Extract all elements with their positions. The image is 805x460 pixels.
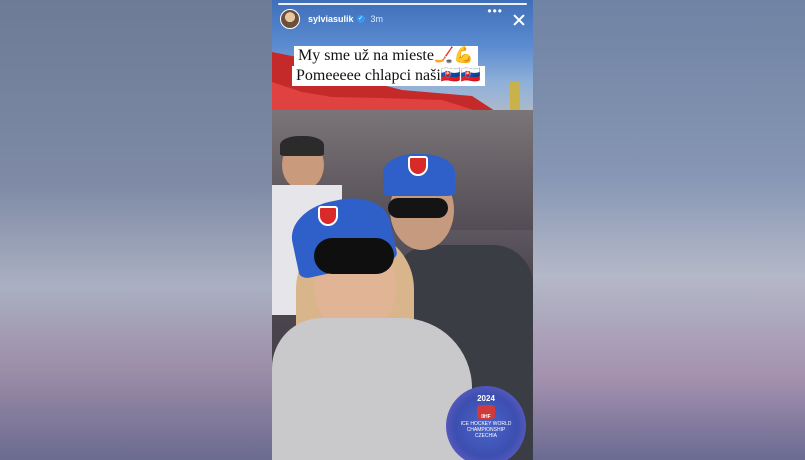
blurred-left-panel <box>0 0 272 460</box>
more-options-icon[interactable]: ••• <box>487 4 503 18</box>
badge-event: ICE HOCKEY WORLD CHAMPIONSHIP <box>460 421 512 433</box>
timestamp: 3m <box>370 14 384 24</box>
blurred-right-panel <box>533 0 805 460</box>
caption-line-2: Pomeeeee chlapci naši🇸🇰🇸🇰 <box>292 66 485 86</box>
man-right-sunglasses <box>388 198 448 218</box>
username[interactable]: sylviasulik <box>308 14 354 24</box>
story-caption: My sme už na mieste🏒💪 Pomeeeee chlapci n… <box>292 46 512 86</box>
woman-sunglasses <box>314 238 394 274</box>
championship-badge[interactable]: 2024 IIHF ICE HOCKEY WORLD CHAMPIONSHIP … <box>446 386 526 460</box>
badge-city: CZECHIA <box>475 433 497 439</box>
badge-org: IIHF <box>481 414 491 420</box>
slovak-crest-icon <box>408 156 428 176</box>
story-viewer[interactable]: sylviasulik ✓ 3m ••• My sme už na mieste… <box>272 0 533 460</box>
avatar[interactable] <box>280 9 300 29</box>
verified-icon: ✓ <box>356 15 365 23</box>
man-left-cap <box>280 136 324 156</box>
iihf-logo-icon: IIHF <box>477 405 495 420</box>
caption-line-1: My sme už na mieste🏒💪 <box>294 46 478 66</box>
slovak-crest-icon <box>318 206 338 226</box>
woman-jacket <box>272 318 472 460</box>
close-icon[interactable] <box>511 12 527 28</box>
badge-year: 2024 <box>477 394 495 403</box>
